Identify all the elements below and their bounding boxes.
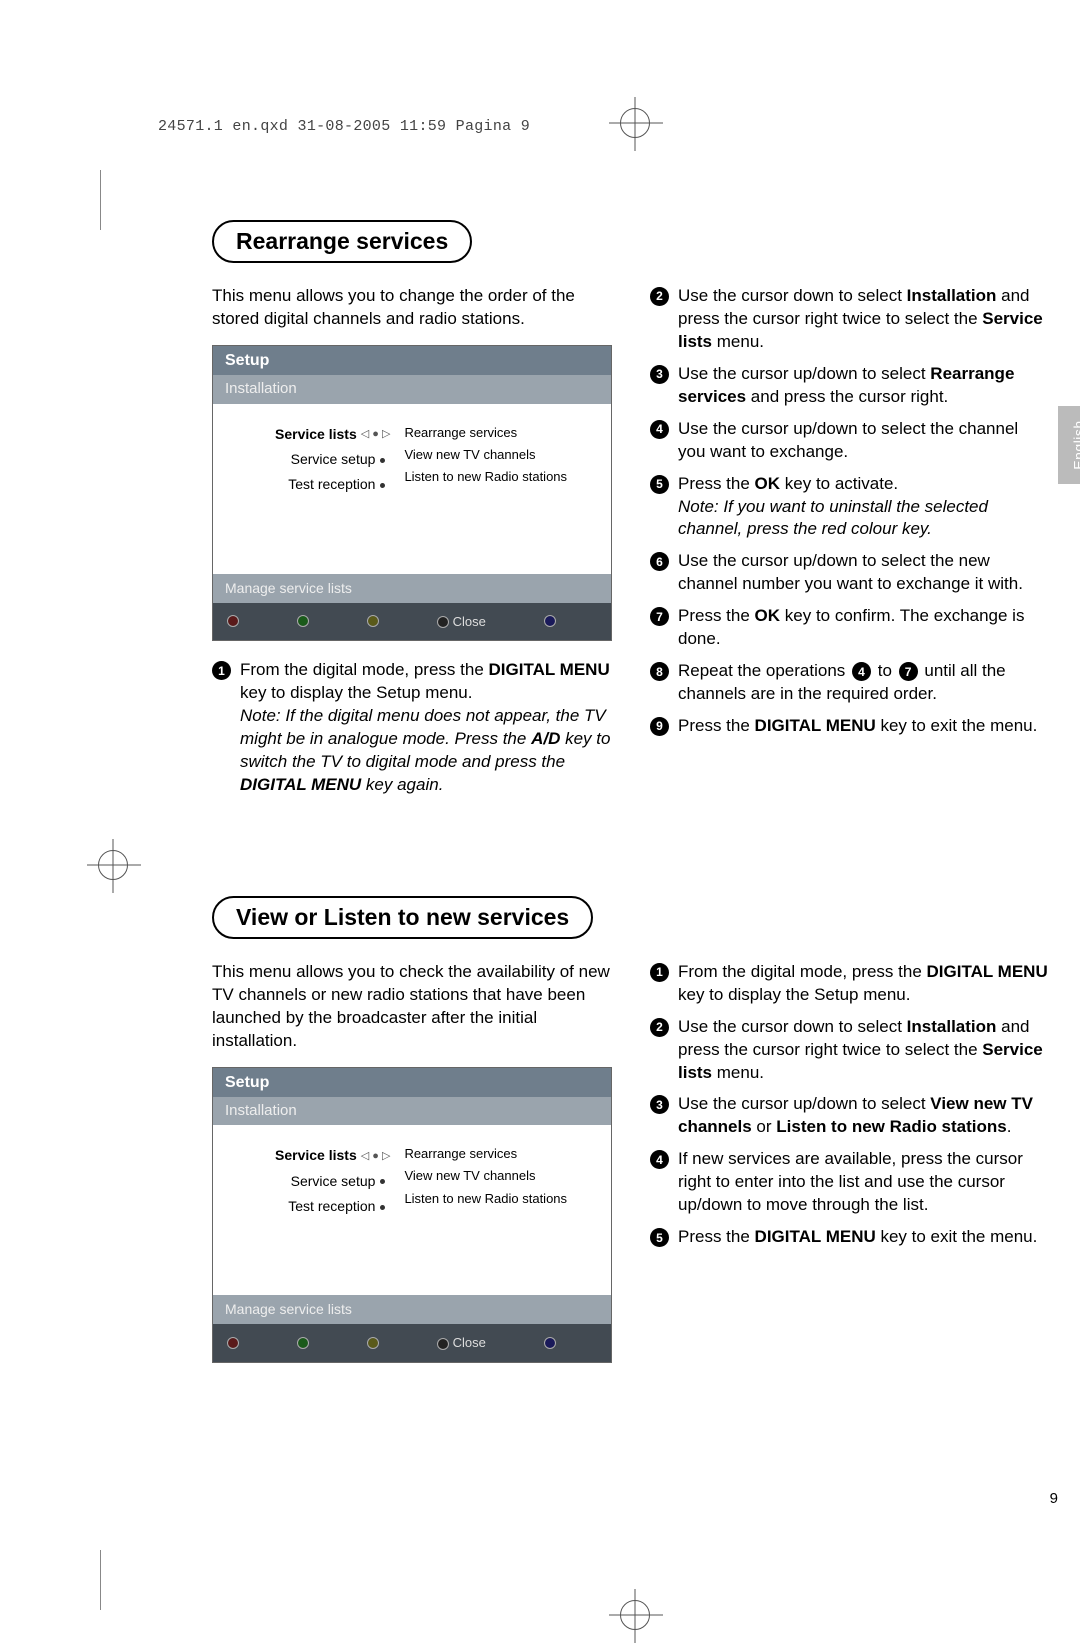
osd-right-listen-radio: Listen to new Radio stations [404, 466, 601, 488]
osd-close-label: Close [453, 614, 486, 629]
step-2: 2 Use the cursor down to select Installa… [650, 1016, 1050, 1085]
step-number: 4 [650, 1150, 669, 1169]
white-dot-icon [437, 616, 449, 628]
osd-left-menu: Service lists ◁ ● ▷ Service setup Test r… [223, 1143, 390, 1219]
step-5: 5 Press the OK key to activate.Note: If … [650, 473, 1050, 542]
step-4: 4 Use the cursor up/down to select the c… [650, 418, 1050, 464]
section1-intro: This menu allows you to change the order… [212, 285, 612, 331]
step-1: 1 From the digital mode, press the DIGIT… [650, 961, 1050, 1007]
ref-step-7: 7 [899, 662, 918, 681]
white-dot-icon [437, 1338, 449, 1350]
registration-mark-left [98, 850, 128, 880]
section2: View or Listen to new services This menu… [212, 896, 1052, 1381]
green-dot-icon [297, 1337, 309, 1349]
nav-arrows-icon: ◁ ● ▷ [361, 1147, 391, 1167]
osd-right-view-tv: View new TV channels [404, 444, 601, 466]
nav-arrows-icon: ◁ ● ▷ [361, 425, 391, 445]
step-number: 6 [650, 552, 669, 571]
crop-mark [100, 170, 101, 230]
page-content: English Rearrange services This menu all… [212, 220, 1052, 1381]
section2-left-col: This menu allows you to check the availa… [212, 961, 612, 1381]
step-number: 2 [650, 1018, 669, 1037]
osd-item-service-setup: Service setup [291, 451, 376, 467]
step-4: 4 If new services are available, press t… [650, 1148, 1050, 1217]
print-header-line: 24571.1 en.qxd 31-08-2005 11:59 Pagina 9 [158, 118, 530, 135]
osd-right-menu: Rearrange services View new TV channels … [404, 422, 601, 498]
step-6: 6 Use the cursor up/down to select the n… [650, 550, 1050, 596]
osd-item-service-lists: Service lists [275, 1147, 357, 1163]
step-number-1: 1 [212, 661, 231, 680]
osd-right-listen-radio: Listen to new Radio stations [404, 1188, 601, 1210]
osd-right-rearrange: Rearrange services [404, 422, 601, 444]
step-3: 3 Use the cursor up/down to select View … [650, 1093, 1050, 1139]
osd-footer: Close [213, 1324, 611, 1362]
step-1: 1 From the digital mode, press the DIGIT… [212, 659, 612, 797]
step-number: 2 [650, 287, 669, 306]
step-5: 5 Press the DIGITAL MENU key to exit the… [650, 1226, 1050, 1249]
section1-right-col: 2 Use the cursor down to select Installa… [650, 285, 1050, 806]
osd-left-menu: Service lists ◁ ● ▷ Service setup Test r… [223, 422, 390, 498]
osd-screenshot-1: Setup Installation Service lists ◁ ● ▷ S… [212, 345, 612, 641]
red-dot-icon [227, 615, 239, 627]
section2-right-col: 1 From the digital mode, press the DIGIT… [650, 961, 1050, 1381]
step-number: 5 [650, 1228, 669, 1247]
osd-screenshot-2: Setup Installation Service lists ◁ ● ▷ S… [212, 1067, 612, 1363]
crop-mark [100, 1550, 101, 1610]
yellow-dot-icon [367, 615, 379, 627]
osd-item-service-setup: Service setup [291, 1173, 376, 1189]
osd-subtitle: Installation [213, 1097, 611, 1125]
ref-step-4: 4 [852, 662, 871, 681]
step-2: 2 Use the cursor down to select Installa… [650, 285, 1050, 354]
osd-close-label: Close [453, 1335, 486, 1350]
osd-item-test-reception: Test reception [288, 476, 375, 492]
step-8: 8 Repeat the operations 4 to 7 until all… [650, 660, 1050, 706]
page-number: 9 [1050, 1490, 1058, 1507]
osd-item-service-lists: Service lists [275, 426, 357, 442]
registration-mark-top [620, 108, 650, 138]
osd-item-test-reception: Test reception [288, 1198, 375, 1214]
blue-dot-icon [544, 615, 556, 627]
blue-dot-icon [544, 1337, 556, 1349]
section-title-rearrange: Rearrange services [212, 220, 472, 263]
section-title-view-listen: View or Listen to new services [212, 896, 593, 939]
step-number: 3 [650, 1095, 669, 1114]
step-number: 1 [650, 963, 669, 982]
osd-subtitle: Installation [213, 375, 611, 403]
step-number: 9 [650, 717, 669, 736]
language-tab: English [1058, 406, 1080, 484]
step-number: 3 [650, 365, 669, 384]
green-dot-icon [297, 615, 309, 627]
osd-hint: Manage service lists [213, 574, 611, 603]
step-number: 8 [650, 662, 669, 681]
osd-title: Setup [213, 346, 611, 376]
step-3: 3 Use the cursor up/down to select Rearr… [650, 363, 1050, 409]
section1-left-col: This menu allows you to change the order… [212, 285, 612, 806]
step-9: 9 Press the DIGITAL MENU key to exit the… [650, 715, 1050, 738]
osd-footer: Close [213, 603, 611, 641]
section2-columns: This menu allows you to check the availa… [212, 961, 1052, 1381]
section2-intro: This menu allows you to check the availa… [212, 961, 612, 1053]
osd-hint: Manage service lists [213, 1295, 611, 1324]
step-number: 7 [650, 607, 669, 626]
osd-title: Setup [213, 1068, 611, 1098]
section1-columns: This menu allows you to change the order… [212, 285, 1052, 806]
step-number: 5 [650, 475, 669, 494]
osd-right-rearrange: Rearrange services [404, 1143, 601, 1165]
osd-body: Service lists ◁ ● ▷ Service setup Test r… [213, 1125, 611, 1295]
red-dot-icon [227, 1337, 239, 1349]
osd-right-view-tv: View new TV channels [404, 1165, 601, 1187]
registration-mark-bottom [620, 1600, 650, 1630]
osd-body: Service lists ◁ ● ▷ Service setup Test r… [213, 404, 611, 574]
yellow-dot-icon [367, 1337, 379, 1349]
osd-right-menu: Rearrange services View new TV channels … [404, 1143, 601, 1219]
step-number: 4 [650, 420, 669, 439]
step-7: 7 Press the OK key to confirm. The excha… [650, 605, 1050, 651]
